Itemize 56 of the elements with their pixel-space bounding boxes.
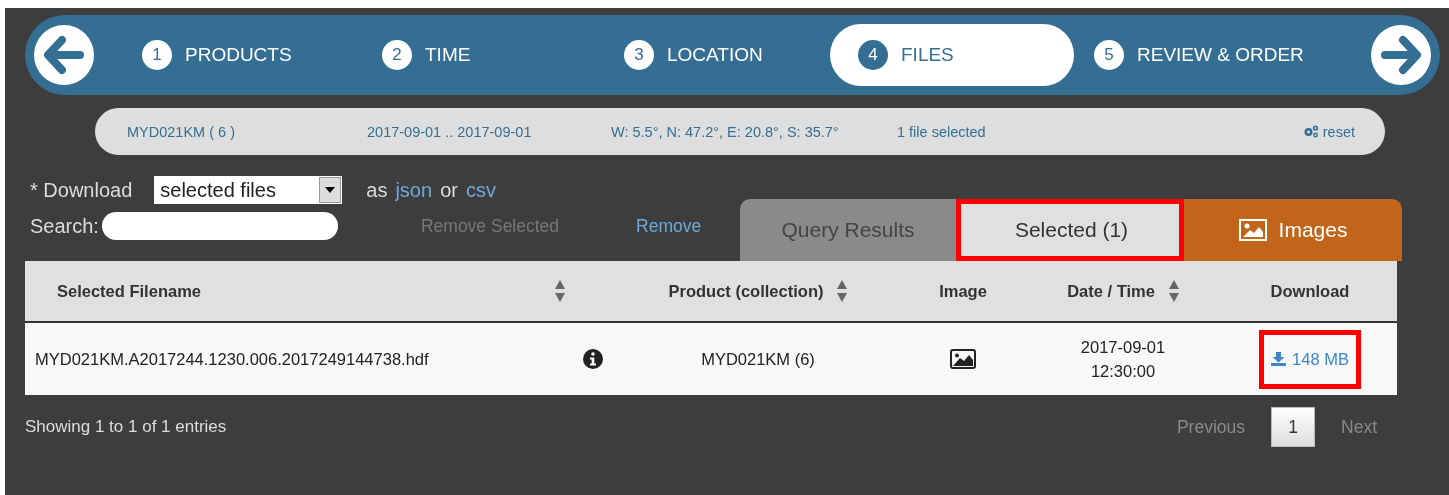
forward-button[interactable]: [1371, 25, 1431, 85]
search-field[interactable]: [101, 212, 338, 240]
step-tab[interactable]: 5 REVIEW & ORDER: [1084, 24, 1334, 86]
info-icon[interactable]: [583, 349, 603, 370]
page-button[interactable]: 1: [1271, 407, 1315, 447]
entries-info: Showing 1 to 1 of 1 entries: [25, 417, 227, 437]
filename-cell: MYD021KM.A2017244.1230.006.2017249144738.hdf: [35, 349, 429, 368]
step-label: LOCATION: [667, 44, 763, 66]
product-cell: MYD021KM (6): [701, 349, 815, 368]
step-tab[interactable]: 2 TIME: [372, 24, 614, 86]
results-tab[interactable]: Query Results: [740, 199, 956, 261]
image-icon[interactable]: [950, 349, 976, 370]
step-label: FILES: [901, 44, 954, 66]
json-link[interactable]: json: [395, 178, 433, 202]
step-label: REVIEW & ORDER: [1137, 44, 1304, 66]
step-label: TIME: [425, 44, 471, 66]
date-cell: 2017-09-01: [1080, 337, 1166, 357]
remove-button[interactable]: Remove: [636, 215, 702, 237]
column-header: Product (collection): [668, 281, 824, 301]
csv-link[interactable]: csv: [465, 178, 496, 202]
sort-icon[interactable]: [837, 280, 848, 302]
search-label: Search:: [30, 214, 99, 238]
download-icon: [1271, 352, 1287, 366]
step-number: 4: [858, 40, 888, 70]
download-select[interactable]: selected files: [154, 176, 343, 204]
summary-product: MYD021KM ( 6 ): [127, 123, 236, 140]
previous-button[interactable]: Previous: [1176, 416, 1245, 438]
as-text: as: [366, 178, 388, 202]
summary-bounds: W: 5.5°, N: 47.2°, E: 20.8°, S: 35.7°: [611, 123, 840, 140]
sort-icon[interactable]: [555, 280, 565, 302]
results-tab[interactable]: Images: [1184, 199, 1402, 261]
column-header: Selected Filename: [57, 281, 201, 301]
download-label: * Download: [30, 178, 133, 202]
gear-icon: [1302, 125, 1319, 138]
step-tab[interactable]: 1 PRODUCTS: [132, 24, 372, 86]
or-text: or: [440, 178, 458, 202]
summary-selection: 1 file selected: [897, 123, 986, 140]
reset-link[interactable]: reset: [1302, 123, 1355, 140]
column-header: Date / Time: [1067, 281, 1155, 301]
results-tab[interactable]: Selected (1): [956, 199, 1184, 261]
caret-icon: [325, 187, 336, 193]
image-icon: [1238, 219, 1267, 241]
time-cell: 12:30:00: [1090, 361, 1156, 381]
step-number: 5: [1094, 40, 1124, 70]
step-label: PRODUCTS: [185, 44, 292, 66]
step-tab[interactable]: 4 FILES: [830, 24, 1074, 86]
step-number: 2: [382, 40, 412, 70]
sort-icon[interactable]: [1168, 280, 1179, 302]
step-number: 1: [142, 40, 172, 70]
step-number: 3: [624, 40, 654, 70]
column-header: Image: [939, 281, 987, 301]
summary-dates: 2017-09-01 .. 2017-09-01: [367, 123, 533, 140]
step-tab[interactable]: 3 LOCATION: [614, 24, 830, 86]
column-header: Download: [1270, 281, 1350, 301]
next-button[interactable]: Next: [1341, 416, 1377, 438]
back-button[interactable]: [34, 25, 94, 85]
